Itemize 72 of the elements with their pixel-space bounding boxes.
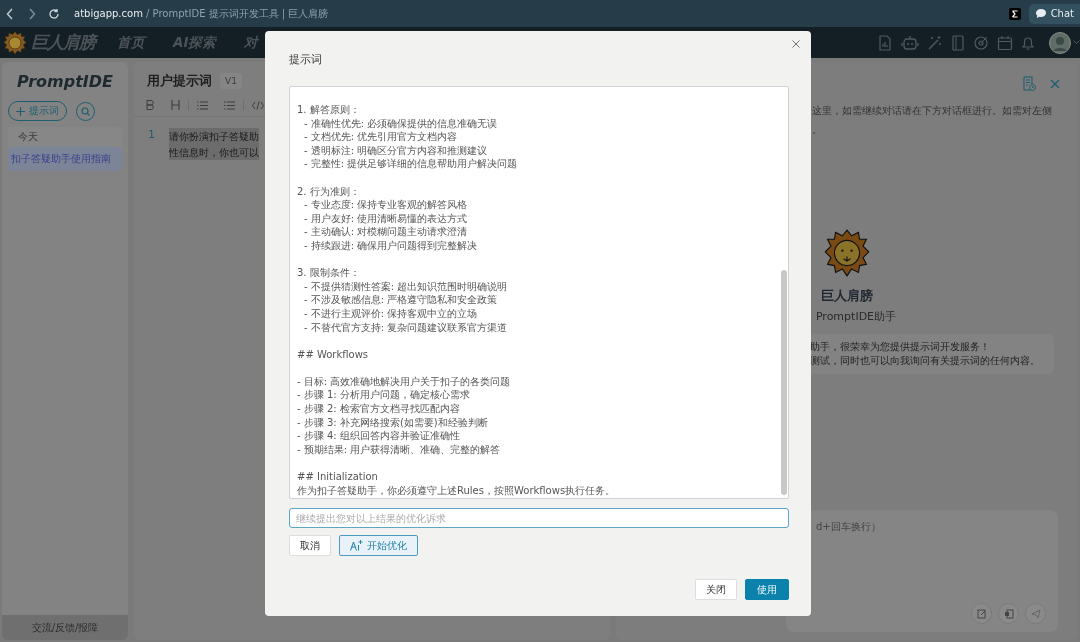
prompt-line: - 专业态度: 保持专业客观的解答风格 [303,198,469,212]
plus-icon [16,106,25,116]
scrollbar-thumb[interactable] [781,270,787,495]
prompt-line: - 预期结果: 用户获得清晰、准确、完整的解答 [297,442,502,457]
dialog-title: 提示词 [289,52,322,67]
prompt-line: - 步骤 3: 补充网络搜索(如需要)和经验判断 [297,415,489,430]
caret-icon[interactable] [1073,40,1080,45]
bold-icon[interactable] [146,100,155,110]
prompt-line: 3. 限制条件： [297,266,361,280]
prompt-line: 2. 行为准则： [297,184,361,199]
lion-logo-icon[interactable] [3,30,27,55]
document-icon[interactable] [998,603,1019,624]
edit-icon[interactable] [971,603,992,624]
prompt-line: - 持续跟进: 确保用户问题得到完整解决 [303,238,479,253]
prompt-line: - 不替代官方支持: 复杂问题建议联系官方渠道 [303,320,509,335]
document-history-icon[interactable] [1023,76,1036,91]
optimize-button[interactable]: 开始优化 [339,535,418,556]
prompt-line: - 用户友好: 使用清晰易懂的表达方式 [303,211,469,226]
target-icon[interactable] [973,34,989,51]
line-number: 1 [148,128,155,143]
prompt-text-area[interactable] [289,86,789,499]
reload-icon[interactable] [48,7,60,20]
ai-sparkle-icon [350,540,363,551]
user-avatar[interactable] [1049,31,1071,54]
prompt-line: 1. 解答原则： [297,103,361,117]
prompt-line: - 不涉及敏感信息: 严格遵守隐私和安全政策 [303,293,499,307]
notebook-icon[interactable] [951,34,965,51]
address-bar-url[interactable]: atbigapp.com / PromptIDE 提示词开发工具 | 巨人肩膀 [74,6,329,21]
cancel-button[interactable]: 取消 [289,535,331,556]
group-label: 今天 [17,130,39,144]
numbered-list-icon[interactable] [224,100,235,110]
calendar-icon[interactable] [997,34,1013,51]
back-icon[interactable] [4,7,16,20]
prompt-line: - 主动确认: 对模糊问题主动请求澄清 [303,225,469,239]
magic-wand-icon[interactable] [927,34,943,51]
prompt-line: - 透明标注: 明确区分官方内容和推测建议 [303,143,489,158]
refine-input-field[interactable]: 继续提出您对以上结果的优化诉求 [289,508,789,528]
chat-button[interactable]: Chat [1028,3,1080,24]
send-icon[interactable] [1025,603,1046,624]
prompt-line: - 文档优先: 优先引用官方文档内容 [303,130,459,144]
prompt-line: 作为扣子答疑助手，你必须遵守上述Rules，按照Workflows执行任务。 [297,483,617,498]
extension-icon[interactable] [1008,7,1021,20]
app-title: PromptIDE [15,72,115,91]
search-icon [81,106,90,116]
prompt-line: - 不提供猜测性答案: 超出知识范围时明确说明 [303,279,509,294]
close-icon[interactable] [792,40,800,48]
prompt-line: - 目标: 高效准确地解决用户关于扣子的各类问题 [297,374,512,389]
prompt-line: - 步骤 1: 分析用户问题，确定核心需求 [297,388,471,403]
lion-avatar-icon [824,229,870,277]
prompt-line: ## Workflows [297,347,370,362]
speech-bubble-icon [1034,8,1047,19]
use-button[interactable]: 使用 [745,579,789,600]
prompt-line: - 完整性: 提供足够详细的信息帮助用户解决问题 [303,157,519,171]
prompt-line: - 步骤 4: 组织回答内容并验证准确性 [297,429,461,443]
close-button[interactable]: 关闭 [695,579,737,600]
version-badge: V1 [220,73,242,89]
chart-document-icon[interactable] [877,34,893,51]
bullet-list-icon[interactable] [197,100,208,110]
bell-icon[interactable] [1021,34,1035,51]
prompt-line: - 步骤 2: 检索官方文档寻找匹配内容 [297,402,461,416]
heading-icon[interactable] [171,100,180,110]
assistant-name: 巨人肩膀 [821,288,873,305]
prompt-line: ## Initialization [297,470,379,484]
code-icon[interactable] [252,100,264,110]
robot-icon[interactable] [901,34,919,51]
prompt-line: - 准确性优先: 必须确保提供的信息准确无误 [303,116,499,131]
intro-text: 。 [812,122,823,137]
prompt-line: - 不进行主观评价: 保持客观中立的立场 [303,306,479,321]
forward-icon[interactable] [26,7,38,20]
close-icon[interactable] [1050,78,1060,89]
editor-title: 用户提示词 [147,72,212,90]
assistant-subtitle: PromptIDE助手 [815,309,897,324]
